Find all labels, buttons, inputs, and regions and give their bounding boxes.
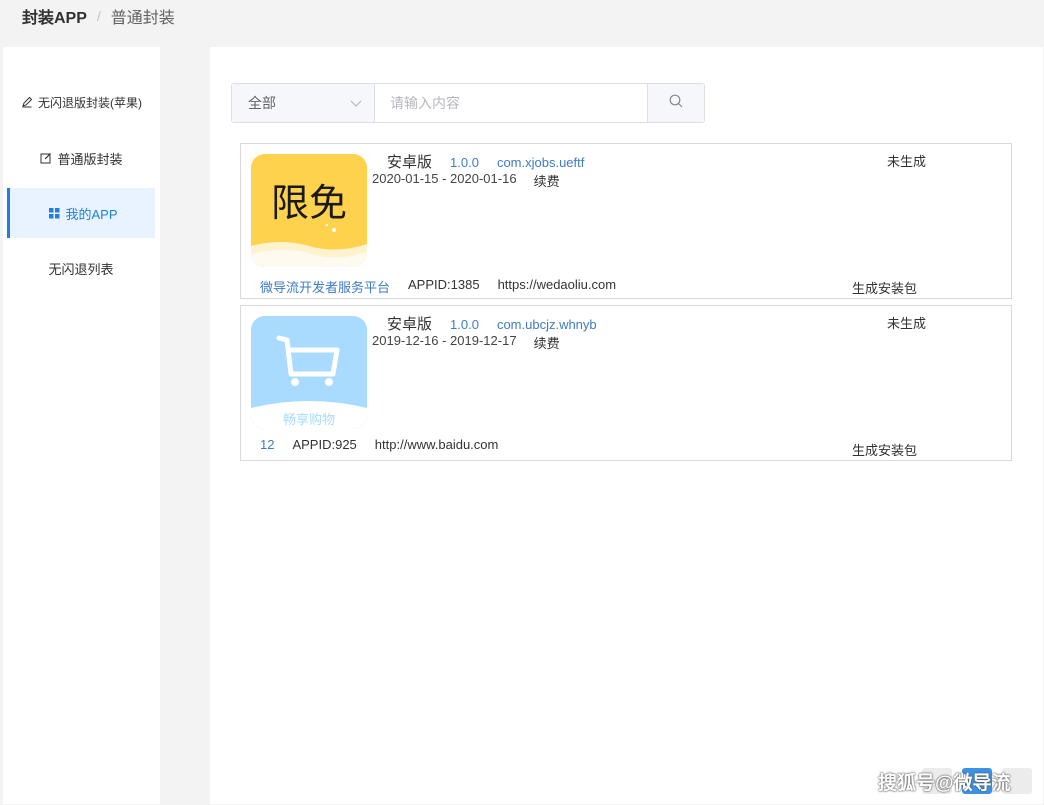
app-platform: 安卓版 — [387, 154, 433, 171]
watermark: 搜狐号@微导流 — [878, 772, 1011, 794]
app-date-range: 2019-12-16 - 2019-12-17 — [372, 333, 517, 348]
app-card: 畅享购物 安卓版 1.0.0 com.ubcjz.whnyb 2019-12-1… — [240, 305, 1012, 461]
edit-icon — [39, 151, 53, 165]
app-url: http://www.baidu.com — [374, 437, 499, 452]
app-meta-row: 12 APPID:925 http://www.baidu.com — [260, 437, 498, 452]
search-button[interactable] — [647, 84, 704, 122]
status-badge: 未生成 — [887, 316, 927, 331]
app-info-row: 安卓版 1.0.0 com.ubcjz.whnyb — [387, 313, 597, 333]
developer-link[interactable]: 微导流开发者服务平台 — [260, 277, 390, 296]
app-id: APPID:925 — [292, 437, 357, 452]
chevron-down-icon — [350, 95, 362, 111]
app-info-row: 安卓版 1.0.0 com.xjobs.ueftf — [387, 151, 584, 171]
breadcrumb: 封装APP / 普通封装 — [22, 4, 175, 28]
app-card: 限免 安卓版 1.0.0 com.xjobs.ueftf 2020-01-15 … — [240, 143, 1012, 299]
app-version[interactable]: 1.0.0 — [450, 155, 479, 170]
sidebar-item-label: 普通版封装 — [57, 151, 123, 167]
app-url: https://wedaoliu.com — [497, 277, 617, 292]
main-panel: 全部 限免 安卓版 1.0.0 com.xjob — [210, 47, 1043, 804]
app-icon-label: 畅享购物 — [283, 412, 335, 428]
sidebar-item-label: 我的APP — [65, 206, 118, 222]
app-platform: 安卓版 — [387, 316, 433, 333]
category-select[interactable]: 全部 — [232, 84, 375, 122]
app-version[interactable]: 1.0.0 — [450, 317, 479, 332]
generate-package-button[interactable]: 生成安装包 — [852, 278, 917, 297]
breadcrumb-root[interactable]: 封装APP — [22, 4, 87, 28]
search-icon — [669, 94, 683, 113]
search-bar: 全部 — [231, 83, 705, 123]
app-package-name[interactable]: com.xjobs.ueftf — [497, 155, 584, 170]
renew-button[interactable]: 续费 — [534, 333, 560, 352]
app-meta-row: 微导流开发者服务平台 APPID:1385 https://wedaoliu.c… — [260, 277, 616, 296]
sidebar-item-normal-package[interactable]: 普通版封装 — [7, 133, 155, 183]
sidebar: 无闪退版封装(苹果) 普通版封装 我的APP 无闪退列表 — [3, 47, 160, 804]
app-icon: 限免 — [251, 154, 367, 267]
breadcrumb-current: 普通封装 — [110, 10, 175, 27]
sidebar-item-no-crash-list[interactable]: 无闪退列表 — [7, 243, 155, 293]
app-package-name[interactable]: com.ubcjz.whnyb — [497, 317, 597, 332]
sidebar-item-no-crash-apple[interactable]: 无闪退版封装(苹果) — [7, 77, 155, 127]
sidebar-item-label: 无闪退版封装(苹果) — [38, 95, 142, 110]
sidebar-item-label: 无闪退列表 — [48, 261, 114, 277]
generate-package-button[interactable]: 生成安装包 — [852, 440, 917, 459]
app-icon-label: 限免 — [271, 181, 347, 225]
developer-link[interactable]: 12 — [260, 437, 274, 452]
renew-button[interactable]: 续费 — [534, 171, 560, 190]
app-icon: 畅享购物 — [251, 316, 367, 429]
search-input[interactable] — [375, 84, 647, 122]
app-date-row: 2019-12-16 - 2019-12-17 续费 — [372, 333, 560, 352]
app-date-range: 2020-01-15 - 2020-01-16 — [372, 171, 517, 186]
sidebar-item-my-app[interactable]: 我的APP — [7, 188, 155, 238]
app-date-row: 2020-01-15 - 2020-01-16 续费 — [372, 171, 560, 190]
breadcrumb-separator: / — [96, 8, 101, 24]
grid-icon — [47, 206, 61, 220]
status-badge: 未生成 — [887, 154, 927, 169]
category-select-value: 全部 — [248, 95, 276, 111]
app-id: APPID:1385 — [408, 277, 480, 292]
pen-icon — [20, 95, 34, 109]
